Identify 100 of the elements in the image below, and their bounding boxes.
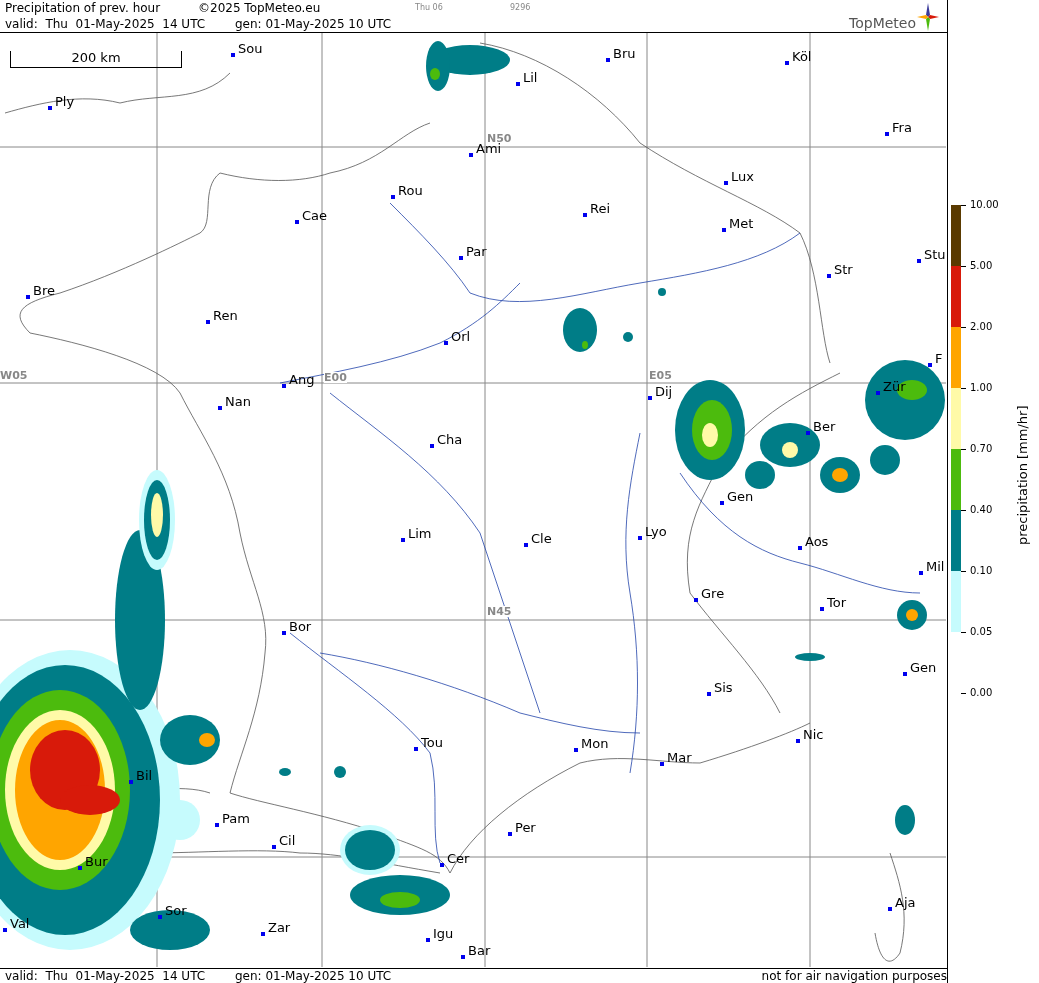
city-label: Rei: [590, 202, 611, 215]
city-marker-icon: [820, 607, 824, 611]
city-label: Cae: [302, 209, 328, 222]
legend-tick-label: 5.00: [970, 261, 993, 271]
legend-tick-label: 0.40: [970, 505, 993, 515]
city-marker-icon: [724, 181, 728, 185]
city-marker-icon: [606, 58, 610, 62]
city-label: Zar: [268, 921, 291, 934]
city-label: Tor: [827, 596, 847, 609]
city-label: Bor: [289, 620, 312, 633]
city-marker-icon: [231, 53, 235, 57]
city-label: Mil: [926, 560, 945, 573]
legend-tick-label: 1.00: [970, 383, 993, 393]
city-marker-icon: [218, 406, 222, 410]
city-label: Dij: [655, 385, 673, 398]
city-label: Par: [466, 245, 487, 258]
city-label: Igu: [433, 927, 454, 940]
city-marker-icon: [78, 866, 82, 870]
map-title: Precipitation of prev. hour: [5, 0, 162, 16]
city-marker-icon: [3, 928, 7, 932]
city-marker-icon: [876, 391, 880, 395]
city-label: Ang: [289, 373, 315, 386]
copyright-text: ©2025 TopMeteo.eu: [198, 0, 322, 16]
city-marker-icon: [444, 341, 448, 345]
legend-tick-label: 0.10: [970, 566, 993, 576]
city-marker-icon: [440, 863, 444, 867]
city-marker-icon: [707, 692, 711, 696]
city-label: Pam: [222, 812, 250, 825]
city-marker-icon: [158, 915, 162, 919]
city-label: Val: [10, 917, 30, 930]
city-label: Cil: [279, 834, 296, 847]
city-marker-icon: [261, 932, 265, 936]
city-label: Lil: [523, 71, 538, 84]
city-label: Nic: [803, 728, 824, 741]
city-marker-icon: [694, 598, 698, 602]
city-label: Gre: [701, 587, 725, 600]
grid-coordinate-label: N45: [487, 606, 512, 617]
city-label: Rou: [398, 184, 423, 197]
city-label: Mar: [667, 751, 692, 764]
city-label: Ren: [213, 309, 238, 322]
city-marker-icon: [401, 538, 405, 542]
generated-time: gen: 01-May-2025 10 UTC: [235, 16, 392, 32]
grid-coordinate-label: E05: [649, 370, 672, 381]
city-marker-icon: [903, 672, 907, 676]
city-marker-icon: [459, 256, 463, 260]
city-label: Bil: [136, 769, 153, 782]
grid-coordinate-label: W05: [0, 370, 28, 381]
city-marker-icon: [806, 431, 810, 435]
city-marker-icon: [660, 762, 664, 766]
city-marker-icon: [508, 832, 512, 836]
city-marker-icon: [928, 363, 932, 367]
legend-tick-label: 10.00: [970, 200, 999, 210]
legend-tick-label: 0.00: [970, 688, 993, 698]
city-label: Bar: [468, 944, 491, 957]
run-day-text: Thu 06: [415, 2, 444, 14]
city-label: Ber: [813, 420, 836, 433]
city-label: Lim: [408, 527, 432, 540]
city-marker-icon: [524, 543, 528, 547]
city-label: Lux: [731, 170, 754, 183]
city-label: Per: [515, 821, 536, 834]
city-label: Str: [834, 263, 853, 276]
city-label: Köl: [792, 50, 812, 63]
city-label: Bur: [85, 855, 108, 868]
city-label: Cle: [531, 532, 552, 545]
generated-time: gen: 01-May-2025 10 UTC: [235, 969, 392, 983]
city-marker-icon: [722, 228, 726, 232]
city-marker-icon: [469, 153, 473, 157]
city-label: Stu: [924, 248, 946, 261]
city-label: Nan: [225, 395, 251, 408]
logo-text: TopMeteo: [849, 15, 916, 31]
city-label: Ami: [476, 142, 502, 155]
legend-tick-label: 0.70: [970, 444, 993, 454]
city-marker-icon: [414, 747, 418, 751]
city-marker-icon: [720, 501, 724, 505]
city-marker-icon: [282, 384, 286, 388]
city-marker-icon: [648, 396, 652, 400]
city-marker-icon: [272, 845, 276, 849]
valid-time: valid: Thu 01-May-2025 14 UTC: [5, 969, 207, 983]
city-marker-icon: [461, 955, 465, 959]
city-marker-icon: [638, 536, 642, 540]
city-marker-icon: [426, 938, 430, 942]
city-label: Aja: [895, 896, 916, 909]
compass-star-icon: [917, 3, 939, 31]
city-marker-icon: [206, 320, 210, 324]
city-marker-icon: [885, 132, 889, 136]
city-label: Bre: [33, 284, 55, 297]
city-label: Bru: [613, 47, 636, 60]
code-text: 9296: [510, 2, 532, 14]
city-marker-icon: [917, 259, 921, 263]
city-label: Gen: [910, 661, 937, 674]
city-marker-icon: [430, 444, 434, 448]
city-marker-icon: [583, 213, 587, 217]
city-marker-icon: [574, 748, 578, 752]
city-label: Cha: [437, 433, 463, 446]
legend-tick-label: 0.05: [970, 627, 993, 637]
city-label: Tou: [421, 736, 443, 749]
city-marker-icon: [26, 295, 30, 299]
city-marker-icon: [827, 274, 831, 278]
city-label: Sis: [714, 681, 733, 694]
city-label: Met: [729, 217, 754, 230]
